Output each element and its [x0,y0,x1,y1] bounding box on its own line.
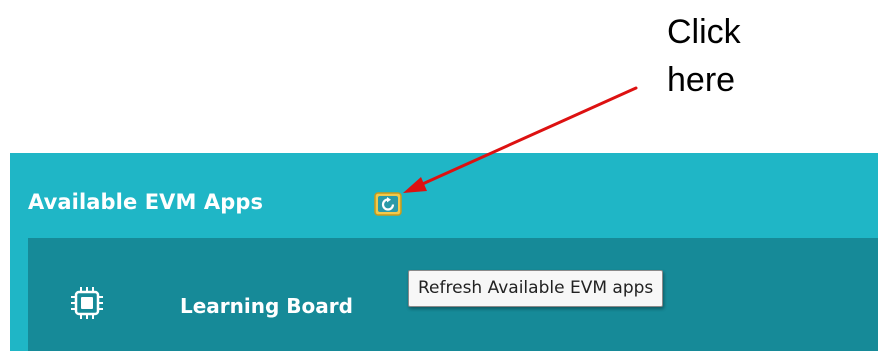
screenshot-stage: Click here Available EVM Apps Learning B… [0,0,878,351]
annotation-line-2: here [667,61,736,99]
panel-title: Available EVM Apps [28,190,264,214]
app-item-label: Learning Board [180,294,353,318]
panel-header: Available EVM Apps [10,153,878,238]
annotation-callout: Click here [667,8,777,104]
evm-apps-panel: Available EVM Apps Learning Board [10,153,878,351]
refresh-icon [374,192,402,216]
refresh-tooltip: Refresh Available EVM apps [408,270,664,307]
chip-icon [71,287,103,319]
refresh-apps-button[interactable] [374,192,402,216]
annotation-line-1: Click [667,13,741,51]
